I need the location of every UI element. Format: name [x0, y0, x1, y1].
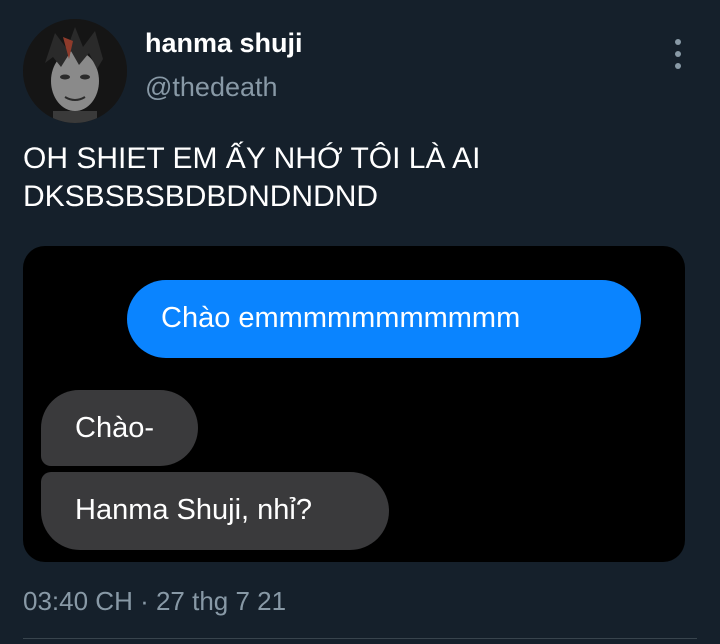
tweet: hanma shuji @thedeath OH SHIET EM ẤY NHỚ… [0, 0, 720, 644]
more-vertical-icon [675, 51, 681, 57]
avatar[interactable] [23, 19, 127, 123]
display-name[interactable]: hanma shuji [145, 26, 303, 60]
more-vertical-icon [675, 39, 681, 45]
message-text: Chào emmmmmmmmmmm [161, 302, 521, 334]
divider [23, 638, 697, 639]
tweet-media-image[interactable]: Chào emmmmmmmmmmm Chào- Hanma Shuji, nhỉ… [23, 246, 685, 562]
more-vertical-icon [675, 63, 681, 69]
more-options-button[interactable] [664, 36, 692, 72]
message-bubble-incoming: Hanma Shuji, nhỉ? [41, 472, 389, 550]
message-bubble-incoming: Chào- [41, 390, 198, 466]
message-text: Hanma Shuji, nhỉ? [75, 494, 312, 526]
tweet-text: OH SHIET EM ẤY NHỚ TÔI LÀ AI DKSBSBSBDBD… [23, 140, 693, 216]
message-text: Chào- [75, 412, 154, 444]
tweet-text-line: OH SHIET EM ẤY NHỚ TÔI LÀ AI [23, 142, 481, 175]
tweet-timestamp[interactable]: 03:40 CH · 27 thg 7 21 [23, 584, 286, 618]
user-handle[interactable]: @thedeath [145, 70, 278, 104]
avatar-image [23, 19, 127, 123]
message-bubble-outgoing: Chào emmmmmmmmmmm [127, 280, 641, 358]
tweet-text-line: DKSBSBSBDBDNDNDND [23, 180, 379, 213]
